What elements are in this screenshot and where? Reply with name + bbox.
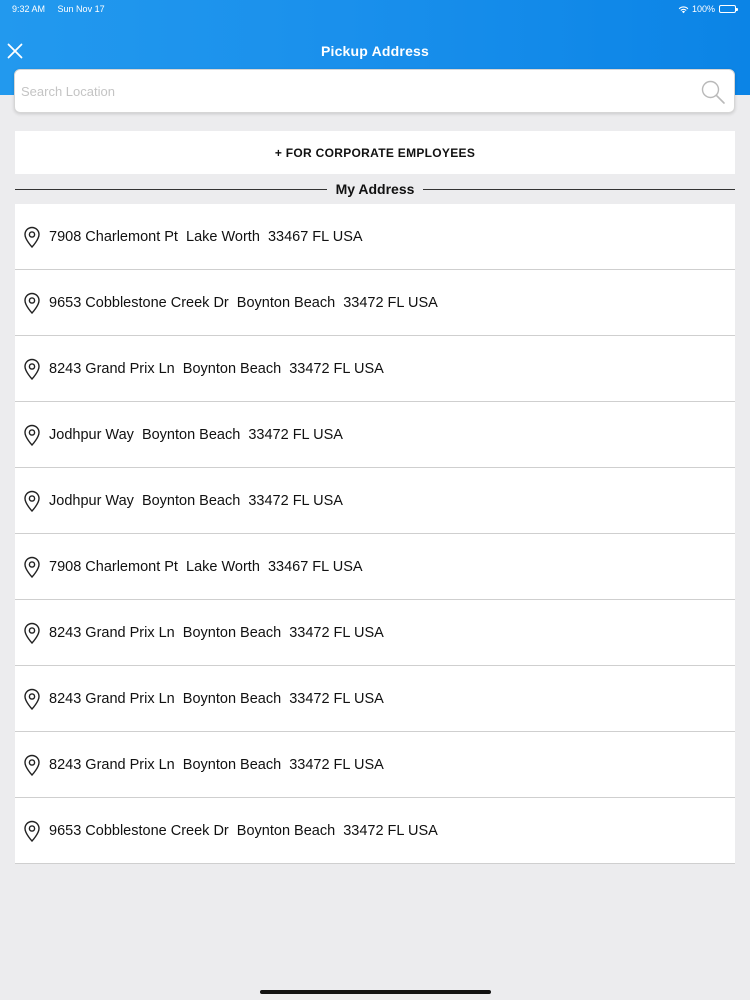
address-item[interactable]: 9653 Cobblestone Creek Dr Boynton Beach … xyxy=(15,798,735,864)
divider-line-right xyxy=(423,188,735,190)
battery-icon xyxy=(719,5,738,13)
search-bar xyxy=(14,69,735,113)
location-pin-icon xyxy=(24,292,40,314)
address-text: 8243 Grand Prix Ln Boynton Beach 33472 F… xyxy=(49,690,384,707)
search-icon[interactable] xyxy=(700,79,726,105)
address-item[interactable]: 8243 Grand Prix Ln Boynton Beach 33472 F… xyxy=(15,600,735,666)
address-item[interactable]: Jodhpur Way Boynton Beach 33472 FL USA xyxy=(15,468,735,534)
address-text: Jodhpur Way Boynton Beach 33472 FL USA xyxy=(49,492,343,509)
section-title: My Address xyxy=(335,181,415,197)
address-text: 8243 Grand Prix Ln Boynton Beach 33472 F… xyxy=(49,624,384,641)
address-item[interactable]: 8243 Grand Prix Ln Boynton Beach 33472 F… xyxy=(15,732,735,798)
address-item[interactable]: 8243 Grand Prix Ln Boynton Beach 33472 F… xyxy=(15,336,735,402)
corporate-employees-button[interactable]: + FOR CORPORATE EMPLOYEES xyxy=(15,131,735,174)
status-date: Sun Nov 17 xyxy=(57,4,105,14)
address-text: 9653 Cobblestone Creek Dr Boynton Beach … xyxy=(49,822,438,839)
home-indicator[interactable] xyxy=(260,990,491,994)
location-pin-icon xyxy=(24,556,40,578)
location-pin-icon xyxy=(24,820,40,842)
address-item[interactable]: Jodhpur Way Boynton Beach 33472 FL USA xyxy=(15,402,735,468)
location-pin-icon xyxy=(24,424,40,446)
divider-line-left xyxy=(15,188,327,190)
location-pin-icon xyxy=(24,226,40,248)
page-title: Pickup Address xyxy=(320,43,430,59)
search-input[interactable] xyxy=(21,70,691,112)
location-pin-icon xyxy=(24,688,40,710)
status-time: 9:32 AM xyxy=(12,4,46,14)
address-text: 7908 Charlemont Pt Lake Worth 33467 FL U… xyxy=(49,228,363,245)
address-item[interactable]: 8243 Grand Prix Ln Boynton Beach 33472 F… xyxy=(15,666,735,732)
location-pin-icon xyxy=(24,490,40,512)
wifi-icon xyxy=(678,5,689,13)
battery-percent: 100% xyxy=(691,4,715,14)
address-text: Jodhpur Way Boynton Beach 33472 FL USA xyxy=(49,426,343,443)
address-text: 7908 Charlemont Pt Lake Worth 33467 FL U… xyxy=(49,558,363,575)
address-item[interactable]: 9653 Cobblestone Creek Dr Boynton Beach … xyxy=(15,270,735,336)
section-divider: My Address xyxy=(15,180,735,198)
address-text: 9653 Cobblestone Creek Dr Boynton Beach … xyxy=(49,294,438,311)
address-item[interactable]: 7908 Charlemont Pt Lake Worth 33467 FL U… xyxy=(15,534,735,600)
address-text: 8243 Grand Prix Ln Boynton Beach 33472 F… xyxy=(49,360,384,377)
location-pin-icon xyxy=(24,358,40,380)
address-text: 8243 Grand Prix Ln Boynton Beach 33472 F… xyxy=(49,756,384,773)
address-list: 7908 Charlemont Pt Lake Worth 33467 FL U… xyxy=(15,204,735,864)
location-pin-icon xyxy=(24,754,40,776)
location-pin-icon xyxy=(24,622,40,644)
address-item[interactable]: 7908 Charlemont Pt Lake Worth 33467 FL U… xyxy=(15,204,735,270)
status-bar: 9:32 AM Sun Nov 17 100% xyxy=(0,0,750,20)
